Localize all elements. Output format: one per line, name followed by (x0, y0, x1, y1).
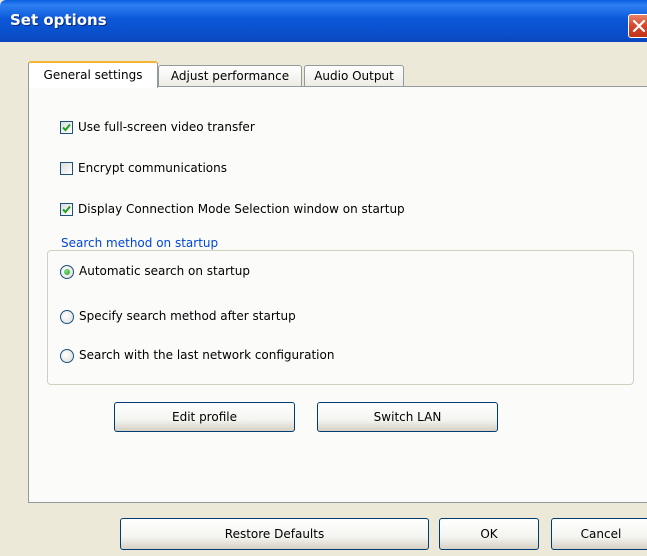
window-title: Set options (10, 11, 107, 29)
edit-profile-button[interactable]: Edit profile (114, 402, 295, 432)
full-screen-video-label: Use full-screen video transfer (78, 120, 255, 134)
switch-lan-button[interactable]: Switch LAN (317, 402, 498, 432)
restore-defaults-button[interactable]: Restore Defaults (120, 518, 429, 550)
specify-search-radio[interactable] (60, 310, 74, 324)
tab-audio-output[interactable]: Audio Output (304, 65, 404, 87)
tab-label: Adjust performance (170, 69, 290, 83)
full-screen-video-checkbox[interactable] (60, 121, 73, 134)
ok-button[interactable]: OK (439, 518, 539, 550)
encrypt-communications-label: Encrypt communications (78, 161, 228, 175)
tab-label: General settings (43, 68, 143, 82)
close-button[interactable] (628, 14, 647, 38)
tab-adjust-performance[interactable]: Adjust performance (158, 65, 302, 87)
tab-general-settings[interactable]: General settings (28, 61, 158, 88)
search-method-group-title: Search method on startup (58, 236, 222, 250)
last-network-config-radio[interactable] (60, 349, 74, 363)
cancel-button[interactable]: Cancel (551, 518, 647, 550)
last-network-config-label: Search with the last network configurati… (79, 348, 335, 362)
checkmark-icon (62, 123, 71, 132)
connection-mode-window-label: Display Connection Mode Selection window… (78, 202, 405, 216)
encrypt-communications-checkbox[interactable] (60, 162, 73, 175)
specify-search-label: Specify search method after startup (79, 309, 296, 323)
title-bar: Set options (0, 0, 647, 42)
connection-mode-window-checkbox[interactable] (60, 203, 73, 216)
checkmark-icon (62, 205, 71, 214)
automatic-search-label: Automatic search on startup (79, 264, 250, 278)
automatic-search-radio[interactable] (60, 265, 74, 279)
radio-selected-dot (64, 269, 70, 275)
tab-label: Audio Output (314, 69, 394, 83)
close-icon (632, 19, 646, 33)
